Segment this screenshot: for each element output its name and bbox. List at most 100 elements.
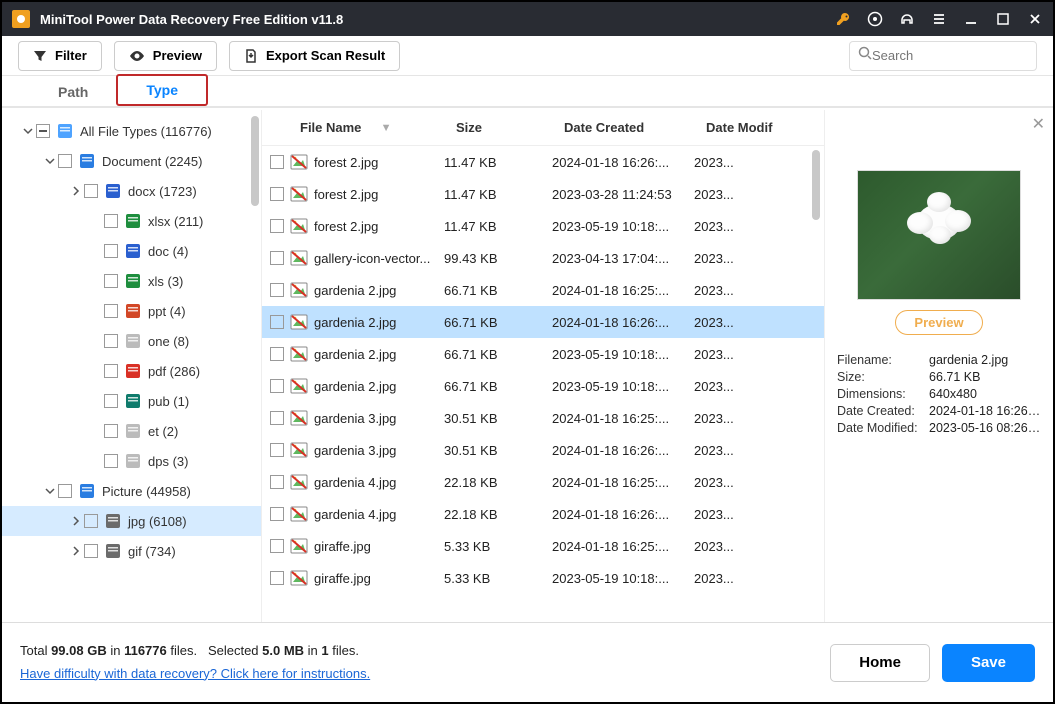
tree-item[interactable]: pdf (286) — [2, 356, 261, 386]
file-row[interactable]: gardenia 2.jpg 66.71 KB 2024-01-18 16:26… — [262, 306, 824, 338]
row-checkbox[interactable] — [270, 539, 284, 553]
tree-checkbox[interactable] — [104, 454, 118, 468]
tree-item[interactable]: xls (3) — [2, 266, 261, 296]
tree-item[interactable]: et (2) — [2, 416, 261, 446]
minimize-icon[interactable] — [963, 11, 979, 27]
tree-item[interactable]: dps (3) — [2, 446, 261, 476]
close-preview-icon[interactable]: ✕ — [1032, 114, 1045, 134]
tree-checkbox[interactable] — [58, 154, 72, 168]
tree-item[interactable]: gif (734) — [2, 536, 261, 566]
file-row[interactable]: gardenia 3.jpg 30.51 KB 2024-01-18 16:25… — [262, 402, 824, 434]
file-created: 2024-01-18 16:26:... — [552, 155, 694, 170]
row-checkbox[interactable] — [270, 219, 284, 233]
filter-button[interactable]: Filter — [18, 41, 102, 71]
disc-icon[interactable] — [867, 11, 883, 27]
tab-type[interactable]: Type — [116, 74, 208, 106]
tree-item[interactable]: ppt (4) — [2, 296, 261, 326]
row-checkbox[interactable] — [270, 475, 284, 489]
search-input[interactable] — [872, 48, 1048, 63]
file-row[interactable]: gardenia 2.jpg 66.71 KB 2023-05-19 10:18… — [262, 338, 824, 370]
file-icon — [290, 153, 308, 171]
row-checkbox[interactable] — [270, 155, 284, 169]
col-modified[interactable]: Date Modif — [700, 120, 780, 135]
row-checkbox[interactable] — [270, 283, 284, 297]
file-row[interactable]: giraffe.jpg 5.33 KB 2023-05-19 10:18:...… — [262, 562, 824, 594]
tree-item[interactable]: one (8) — [2, 326, 261, 356]
tree-item[interactable]: jpg (6108) — [2, 506, 261, 536]
tree-checkbox[interactable] — [104, 214, 118, 228]
tree-checkbox[interactable] — [104, 394, 118, 408]
file-name: gallery-icon-vector... — [314, 251, 444, 266]
file-row[interactable]: forest 2.jpg 11.47 KB 2023-03-28 11:24:5… — [262, 178, 824, 210]
help-link[interactable]: Have difficulty with data recovery? Clic… — [20, 666, 370, 681]
row-checkbox[interactable] — [270, 347, 284, 361]
tree-checkbox[interactable] — [104, 274, 118, 288]
tree-checkbox[interactable] — [104, 334, 118, 348]
file-name: gardenia 4.jpg — [314, 507, 444, 522]
tree-checkbox[interactable] — [36, 124, 50, 138]
file-row[interactable]: gallery-icon-vector... 99.43 KB 2023-04-… — [262, 242, 824, 274]
file-created: 2024-01-18 16:26:... — [552, 507, 694, 522]
file-modified: 2023... — [694, 443, 774, 458]
open-preview-button[interactable]: Preview — [895, 310, 982, 335]
filelist-scrollbar[interactable] — [812, 150, 820, 220]
col-created[interactable]: Date Created — [558, 120, 700, 135]
filetype-icon — [124, 392, 142, 410]
row-checkbox[interactable] — [270, 187, 284, 201]
export-button[interactable]: Export Scan Result — [229, 41, 400, 71]
tree-item[interactable]: xlsx (211) — [2, 206, 261, 236]
row-checkbox[interactable] — [270, 507, 284, 521]
tree-checkbox[interactable] — [104, 304, 118, 318]
tree-item[interactable]: doc (4) — [2, 236, 261, 266]
file-row[interactable]: gardenia 3.jpg 30.51 KB 2024-01-18 16:26… — [262, 434, 824, 466]
tree-item[interactable]: pub (1) — [2, 386, 261, 416]
row-checkbox[interactable] — [270, 443, 284, 457]
tree-checkbox[interactable] — [84, 514, 98, 528]
file-icon — [290, 569, 308, 587]
file-created: 2023-03-28 11:24:53 — [552, 187, 694, 202]
filter-icon — [33, 49, 47, 63]
tab-path[interactable]: Path — [30, 78, 116, 106]
close-icon[interactable] — [1027, 11, 1043, 27]
tree-checkbox[interactable] — [84, 184, 98, 198]
file-row[interactable]: gardenia 4.jpg 22.18 KB 2024-01-18 16:25… — [262, 466, 824, 498]
sidebar-scrollbar[interactable] — [251, 116, 259, 206]
file-row[interactable]: gardenia 2.jpg 66.71 KB 2024-01-18 16:25… — [262, 274, 824, 306]
key-icon[interactable] — [835, 11, 851, 27]
search-box[interactable] — [849, 41, 1037, 71]
row-checkbox[interactable] — [270, 379, 284, 393]
tree-item[interactable]: All File Types (116776) — [2, 116, 261, 146]
tree-item[interactable]: docx (1723) — [2, 176, 261, 206]
preview-button[interactable]: Preview — [114, 41, 217, 71]
tree-item[interactable]: Document (2245) — [2, 146, 261, 176]
file-icon — [290, 377, 308, 395]
tree-checkbox[interactable] — [104, 364, 118, 378]
tree-checkbox[interactable] — [104, 424, 118, 438]
file-list-header: File Name ▼ Size Date Created Date Modif — [262, 110, 824, 146]
file-row[interactable]: gardenia 4.jpg 22.18 KB 2024-01-18 16:26… — [262, 498, 824, 530]
tree-checkbox[interactable] — [84, 544, 98, 558]
tree-label: xls (3) — [148, 274, 183, 289]
row-checkbox[interactable] — [270, 251, 284, 265]
status-text: Total 99.08 GB in 116776 files. Selected… — [20, 640, 370, 684]
tree-checkbox[interactable] — [104, 244, 118, 258]
file-row[interactable]: forest 2.jpg 11.47 KB 2023-05-19 10:18:.… — [262, 210, 824, 242]
row-checkbox[interactable] — [270, 411, 284, 425]
file-row[interactable]: gardenia 2.jpg 66.71 KB 2023-05-19 10:18… — [262, 370, 824, 402]
file-name: gardenia 2.jpg — [314, 347, 444, 362]
row-checkbox[interactable] — [270, 315, 284, 329]
col-size[interactable]: Size — [450, 120, 558, 135]
row-checkbox[interactable] — [270, 571, 284, 585]
tree-checkbox[interactable] — [58, 484, 72, 498]
headset-icon[interactable] — [899, 11, 915, 27]
tree-label: docx (1723) — [128, 184, 197, 199]
filetype-icon — [124, 422, 142, 440]
file-row[interactable]: forest 2.jpg 11.47 KB 2024-01-18 16:26:.… — [262, 146, 824, 178]
home-button[interactable]: Home — [830, 644, 930, 682]
menu-icon[interactable] — [931, 11, 947, 27]
col-name[interactable]: File Name ▼ — [294, 120, 450, 135]
tree-item[interactable]: Picture (44958) — [2, 476, 261, 506]
file-row[interactable]: giraffe.jpg 5.33 KB 2024-01-18 16:25:...… — [262, 530, 824, 562]
maximize-icon[interactable] — [995, 11, 1011, 27]
save-button[interactable]: Save — [942, 644, 1035, 682]
